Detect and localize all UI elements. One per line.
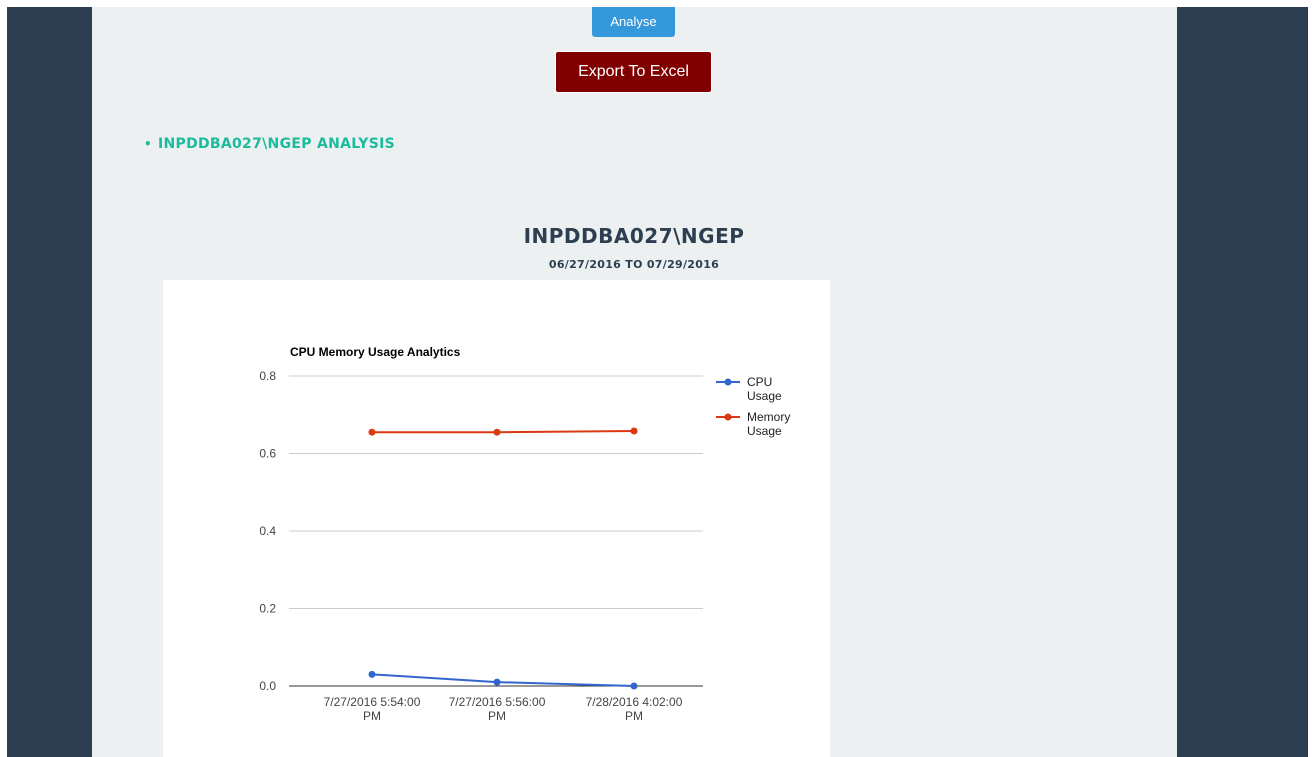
data-point xyxy=(493,428,501,436)
y-tick-label: 0.8 xyxy=(259,369,276,383)
bullet-icon: • xyxy=(144,137,152,151)
chart-panel: CPU Memory Usage Analytics 0.0 0.2 0.4 0.6 0.… xyxy=(163,280,830,757)
export-to-excel-button[interactable]: Export To Excel xyxy=(555,51,712,93)
legend-marker xyxy=(724,413,732,421)
y-tick-label: 0.4 xyxy=(259,524,276,538)
usage-chart: CPU Memory Usage Analytics 0.0 0.2 0.4 0.6 0.… xyxy=(259,345,790,723)
legend-marker xyxy=(724,378,732,386)
analyse-button[interactable]: Analyse xyxy=(592,7,675,37)
data-point xyxy=(368,428,376,436)
data-point xyxy=(368,670,376,678)
report-date-range: 06/27/2016 TO 07/29/2016 xyxy=(548,258,720,271)
y-tick-label: 0.0 xyxy=(259,679,276,693)
analysis-link[interactable]: INPDDBA027\NGEP ANALYSIS xyxy=(158,136,395,152)
legend-label: Memory xyxy=(747,410,790,424)
chart-title: CPU Memory Usage Analytics xyxy=(290,345,461,359)
y-tick-label: 0.2 xyxy=(259,602,276,616)
x-tick-label: PM xyxy=(625,709,643,723)
report-title: INPDDBA027\NGEP xyxy=(523,224,745,248)
x-tick-label: PM xyxy=(363,709,381,723)
x-tick-label: PM xyxy=(488,709,506,723)
legend-label: CPU xyxy=(747,375,772,389)
data-point xyxy=(630,427,638,435)
x-tick-label: 7/27/2016 5:54:00 xyxy=(324,695,421,709)
series-line xyxy=(371,673,635,687)
x-tick-label: 7/28/2016 4:02:00 xyxy=(586,695,683,709)
data-point xyxy=(493,678,501,686)
y-tick-label: 0.6 xyxy=(259,447,276,461)
legend-label: Usage xyxy=(747,389,782,403)
x-tick-label: 7/27/2016 5:56:00 xyxy=(449,695,546,709)
main-content: Analyse Export To Excel • INPDDBA027\NGEP… xyxy=(92,7,1177,757)
legend-label: Usage xyxy=(747,424,782,438)
series-line xyxy=(372,430,635,434)
data-point xyxy=(630,682,638,690)
analysis-list-item[interactable]: • INPDDBA027\NGEP ANALYSIS xyxy=(144,136,395,152)
